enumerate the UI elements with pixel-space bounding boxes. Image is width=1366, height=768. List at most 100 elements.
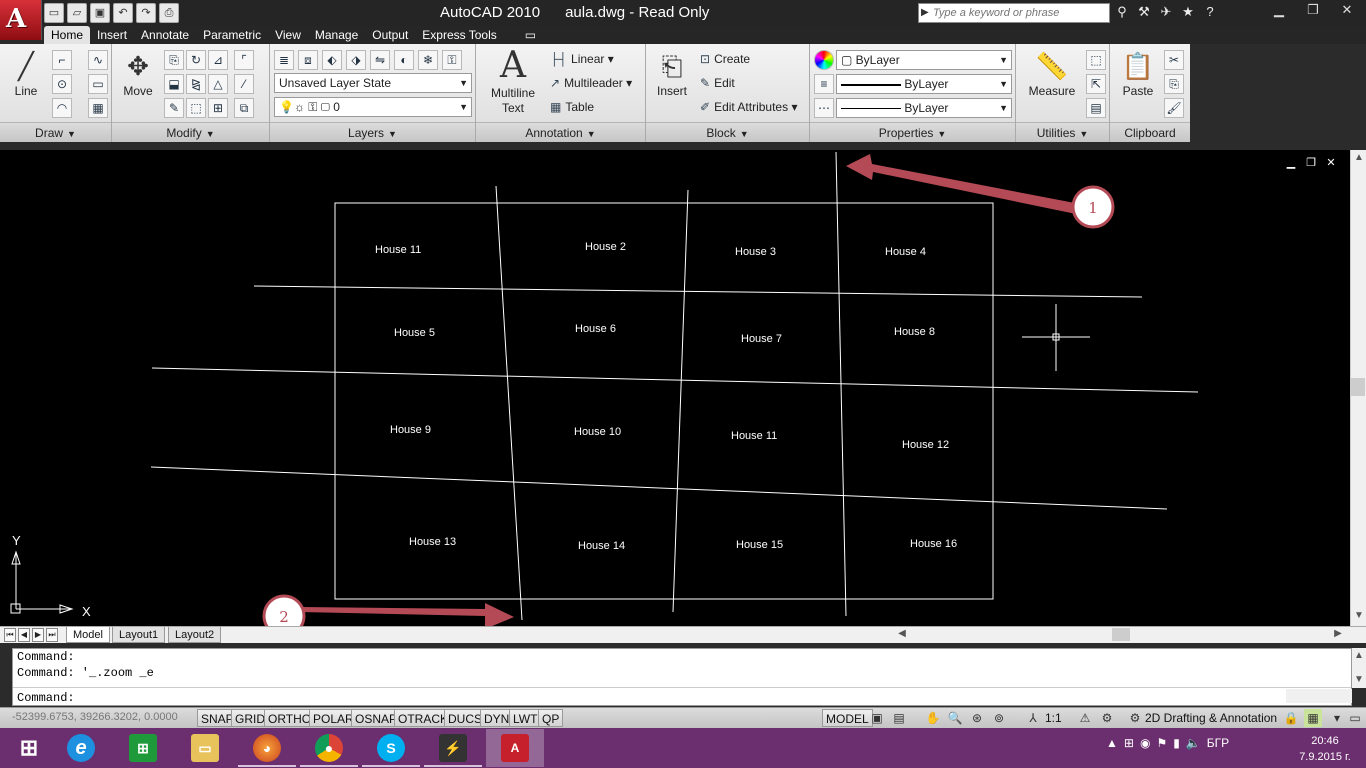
tab-home[interactable]: Home — [44, 26, 91, 44]
pan-icon[interactable]: ✋ — [924, 709, 942, 727]
quick-view-layouts-icon[interactable]: ▣ — [868, 709, 886, 727]
stretch-icon[interactable]: ⬓ — [164, 74, 184, 94]
mirror-axis-icon[interactable]: △ — [208, 74, 228, 94]
viewport-close-icon[interactable]: ✕ — [1324, 156, 1338, 170]
auto-scale-icon[interactable]: ⚙ — [1098, 709, 1116, 727]
house-label[interactable]: House 6 — [575, 323, 616, 335]
taskbar-firefox[interactable]: ◕ — [238, 729, 296, 767]
scroll-up-icon[interactable]: ▲ — [1352, 650, 1366, 661]
draw-panel-label[interactable]: Draw ▼ — [0, 122, 111, 142]
multiline-text-button[interactable]: A Multiline Text — [486, 48, 540, 116]
block-panel-label[interactable]: Block ▼ — [646, 122, 809, 142]
house-label[interactable]: House 11 — [375, 244, 421, 256]
properties-panel-label[interactable]: Properties ▼ — [810, 122, 1015, 142]
house-label[interactable]: House 2 — [585, 241, 626, 253]
vertical-scroll-thumb[interactable] — [1350, 378, 1365, 396]
minimize-icon[interactable]: ▁ — [1262, 0, 1296, 22]
favorites-star-icon[interactable]: ★ — [1178, 2, 1198, 22]
communication-icon[interactable]: ✈ — [1156, 2, 1176, 22]
steering-wheel-icon[interactable]: ⊛ — [968, 709, 986, 727]
quick-view-drawings-icon[interactable]: ▤ — [890, 709, 908, 727]
save-icon[interactable]: ▣ — [90, 3, 110, 23]
fillet-icon[interactable]: ⌜ — [234, 50, 254, 70]
tray-expand-icon[interactable]: ▲ — [1106, 736, 1118, 750]
linear-dimension-button[interactable]: ├┤ Linear ▾ — [550, 50, 614, 68]
plot-icon[interactable]: ⎙ — [159, 3, 179, 23]
utilities-panel-label[interactable]: Utilities ▼ — [1016, 122, 1109, 142]
close-icon[interactable]: ✕ — [1330, 0, 1364, 22]
tab-layout2[interactable]: Layout2 — [168, 627, 222, 643]
house-label[interactable]: House 5 — [394, 327, 435, 339]
layer-isolate-icon[interactable]: ⬖ — [322, 50, 342, 70]
house-label[interactable]: House 12 — [902, 439, 949, 451]
tab-parametric[interactable]: Parametric — [196, 26, 268, 44]
application-menu-button[interactable]: A — [0, 0, 42, 40]
layers-panel-label[interactable]: Layers ▼ — [270, 122, 475, 142]
layer-off-icon[interactable]: ◐ — [394, 50, 414, 70]
flag-icon[interactable]: ⚑ — [1156, 736, 1167, 750]
color-wheel-icon[interactable] — [814, 50, 834, 70]
rotate-icon[interactable]: ↻ — [186, 50, 206, 70]
hardware-acceleration-icon[interactable]: ▦ — [1304, 709, 1322, 727]
layer-lock-icon[interactable]: ⚿ — [442, 50, 462, 70]
house-label[interactable]: House 3 — [735, 246, 776, 258]
prev-tab-icon[interactable]: ◀ — [18, 628, 30, 642]
linetype-dropdown[interactable]: ByLayer ▼ — [836, 74, 1012, 94]
taskbar-clock[interactable]: 20:46 7.9.2015 г. — [1290, 733, 1360, 765]
language-indicator[interactable]: БГР — [1207, 736, 1229, 750]
quick-select-icon[interactable]: ⬚ — [1086, 50, 1106, 70]
open-icon[interactable]: ▱ — [67, 3, 87, 23]
move-button[interactable]: ✥ Move — [118, 50, 158, 98]
house-label[interactable]: House 14 — [578, 540, 625, 552]
match-properties-icon[interactable]: 🖌 — [1164, 98, 1184, 118]
command-horizontal-scrollbar[interactable] — [1286, 689, 1352, 703]
layer-unisolate-icon[interactable]: ⬗ — [346, 50, 366, 70]
search-box[interactable]: ▶ — [918, 3, 1110, 23]
layer-states-icon[interactable]: ⧈ — [298, 50, 318, 70]
drawing-canvas[interactable]: House 11 House 2 House 3 House 4 House 5… — [0, 150, 1350, 626]
first-tab-icon[interactable]: ⏮ — [4, 628, 16, 642]
annotation-panel-label[interactable]: Annotation ▼ — [476, 122, 645, 142]
current-layer-dropdown[interactable]: 💡☼ ⚿ ▢ 0 ▼ — [274, 97, 472, 117]
scroll-right-icon[interactable]: ▶ — [1330, 628, 1346, 639]
scroll-down-icon[interactable]: ▼ — [1352, 674, 1366, 685]
undo-icon[interactable]: ↶ — [113, 3, 133, 23]
circle-icon[interactable]: ⊙ — [52, 74, 72, 94]
erase-icon[interactable]: ✎ — [164, 98, 184, 118]
lineweight-dropdown[interactable]: ByLayer ▼ — [836, 98, 1012, 118]
coordinate-display[interactable]: -52399.6753, 39266.3202, 0.0000 — [12, 711, 178, 723]
select-similar-icon[interactable]: ⇱ — [1086, 74, 1106, 94]
polyline-icon[interactable]: ⌐ — [52, 50, 72, 70]
hatch-icon[interactable]: ▦ — [88, 98, 108, 118]
tab-model[interactable]: Model — [66, 627, 110, 643]
scroll-up-icon[interactable]: ▲ — [1351, 152, 1366, 163]
network-icon[interactable]: ⊞ — [1124, 736, 1134, 750]
trim-icon[interactable]: ⊿ — [208, 50, 228, 70]
search-input[interactable] — [919, 4, 1109, 22]
tab-view[interactable]: View — [268, 26, 308, 44]
multileader-button[interactable]: ↗ Multileader ▾ — [550, 74, 632, 92]
new-icon[interactable]: ▭ — [44, 3, 64, 23]
lock-icon[interactable]: 🔒 — [1282, 709, 1300, 727]
scroll-left-icon[interactable]: ◀ — [894, 628, 910, 639]
layer-properties-icon[interactable]: ≣ — [274, 50, 294, 70]
battery-icon[interactable]: ▮ — [1173, 736, 1180, 750]
house-label[interactable]: House 11 — [731, 430, 777, 442]
taskbar-windows-store[interactable]: ⊞ — [114, 729, 172, 767]
calculator-icon[interactable]: ▤ — [1086, 98, 1106, 118]
volume-icon[interactable]: 🔈 — [1186, 736, 1201, 750]
redo-icon[interactable]: ↷ — [136, 3, 156, 23]
ortho-toggle[interactable]: ORTHO — [264, 709, 316, 727]
next-tab-icon[interactable]: ▶ — [32, 628, 44, 642]
lineweight-icon[interactable]: ≡ — [814, 74, 834, 94]
layer-state-dropdown[interactable]: Unsaved Layer State ▼ — [274, 73, 472, 93]
annotation-scale-icon[interactable]: ⅄ — [1024, 709, 1042, 727]
taskbar-autocad[interactable]: A — [486, 729, 544, 767]
binoculars-icon[interactable]: ⚲ — [1112, 2, 1132, 22]
house-label[interactable]: House 15 — [736, 539, 783, 551]
scroll-down-icon[interactable]: ▼ — [1351, 610, 1366, 621]
modify-panel-label[interactable]: Modify ▼ — [112, 122, 269, 142]
create-block-button[interactable]: ⊡ Create — [700, 50, 750, 68]
mirror-icon[interactable]: ⧎ — [186, 74, 206, 94]
taskbar-file-explorer[interactable]: ▭ — [176, 729, 234, 767]
